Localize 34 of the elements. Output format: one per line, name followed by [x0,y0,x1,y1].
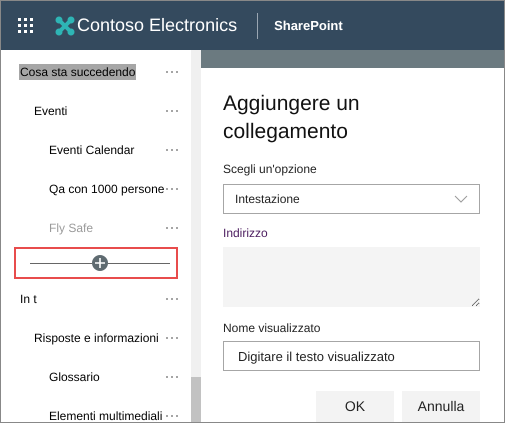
field-label: Scegli un'opzione [223,161,318,178]
more-icon[interactable] [165,186,180,190]
nav-link[interactable]: Glossario [48,368,101,384]
app-launcher-icon[interactable] [18,18,33,33]
more-icon[interactable] [165,148,180,152]
more-icon[interactable] [165,374,180,378]
more-icon[interactable] [165,336,180,340]
logo-icon [55,16,75,36]
field-label: Nome visualizzato [223,320,322,337]
address-field[interactable] [223,247,480,307]
nav-link[interactable]: Eventi [33,102,68,118]
ok-button[interactable]: OK [316,391,394,422]
more-icon[interactable] [165,414,180,418]
nav-link[interactable]: Cosa sta succedendo [19,64,136,80]
display-name-field[interactable]: Digitare il testo visualizzato [223,341,480,371]
cancel-button[interactable]: Annulla [402,391,480,422]
dialog-title: Aggiungere un collegamento [223,91,361,145]
more-icon[interactable] [165,296,180,300]
insert-link-marker[interactable] [14,247,178,279]
site-title[interactable]: Contoso Electronics [77,12,238,39]
nav-link[interactable]: Qa con 1000 persone [48,180,166,196]
add-icon[interactable] [92,255,108,271]
product-name[interactable]: SharePoint [274,16,343,36]
field-label: Indirizzo [223,225,269,242]
nav-link[interactable]: Elementi multimediali [48,408,164,422]
chevron-down-icon [454,195,468,203]
scrollbar[interactable] [191,50,201,422]
more-icon[interactable] [165,108,180,112]
more-icon[interactable] [165,226,180,230]
more-icon[interactable] [165,70,180,74]
option-dropdown[interactable]: Intestazione [223,184,480,214]
nav-link[interactable]: Risposte e informazioni [33,330,160,346]
nav-link[interactable]: Eventi Calendar [48,142,136,158]
nav-link[interactable]: In t [19,290,38,306]
